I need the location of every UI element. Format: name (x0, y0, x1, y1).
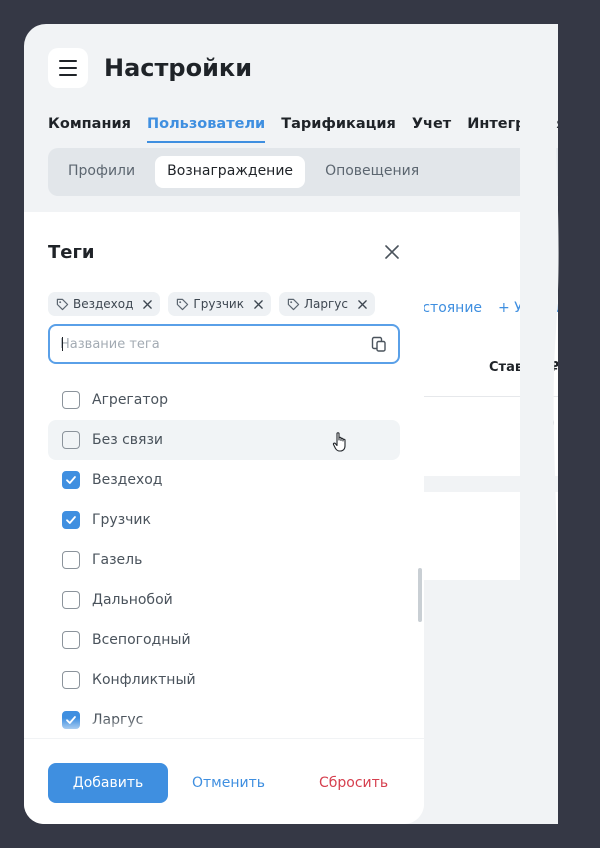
subtab-notifications[interactable]: Оповещения (313, 156, 431, 188)
text-caret (62, 337, 63, 351)
option-label: Грузчик (92, 512, 151, 528)
cancel-button[interactable]: Отменить (192, 775, 265, 791)
tag-chip: Вездеход (48, 292, 161, 316)
checkbox[interactable] (62, 431, 80, 449)
selected-tags: Вездеход Грузчик Ларгус (48, 292, 375, 316)
list-item[interactable]: Конфликтный (48, 660, 400, 700)
checkbox-checked[interactable] (62, 511, 80, 529)
tab-accounting[interactable]: Учет (412, 116, 451, 143)
tags-modal: Теги Вездеход Грузчик Ларгус Агрегат (24, 212, 424, 824)
tag-icon (177, 298, 189, 310)
remove-chip-icon[interactable] (143, 299, 153, 309)
list-scrollbar[interactable] (418, 568, 422, 622)
list-item[interactable]: Агрегатор (48, 380, 400, 420)
modal-title: Теги (48, 242, 95, 263)
torn-edge-decoration (520, 24, 559, 824)
hand-cursor-icon (332, 432, 346, 452)
remove-chip-icon[interactable] (254, 299, 263, 309)
tag-chip: Ларгус (278, 292, 375, 316)
option-label: Всепогодный (92, 632, 191, 648)
subtab-rewards[interactable]: Вознаграждение (155, 156, 306, 188)
list-item[interactable]: Газель (48, 540, 400, 580)
option-label: Агрегатор (92, 392, 168, 408)
list-item[interactable]: Дальнобой (48, 580, 400, 620)
reset-button[interactable]: Сбросить (319, 775, 388, 791)
close-icon[interactable] (380, 240, 404, 264)
sub-tabs: Профили Вознаграждение Оповещения (48, 148, 558, 196)
list-fade (24, 718, 424, 738)
checkbox[interactable] (62, 391, 80, 409)
chip-label: Вездеход (73, 297, 134, 311)
option-label: Без связи (92, 432, 164, 448)
checkbox[interactable] (62, 671, 80, 689)
modal-footer: Добавить Отменить Сбросить (24, 738, 424, 824)
option-label: Дальнобой (92, 592, 173, 608)
option-label: Вездеход (92, 472, 163, 488)
checkbox-checked[interactable] (62, 471, 80, 489)
option-label: Газель (92, 552, 143, 568)
chip-label: Ларгус (303, 297, 348, 311)
list-item[interactable]: Всепогодный (48, 620, 400, 660)
checkbox[interactable] (62, 551, 80, 569)
tag-icon (56, 298, 69, 310)
add-button[interactable]: Добавить (48, 763, 168, 803)
tab-company[interactable]: Компания (48, 116, 131, 143)
subtab-profiles[interactable]: Профили (56, 156, 147, 188)
checkbox[interactable] (62, 631, 80, 649)
check-icon (66, 516, 76, 524)
tab-users[interactable]: Пользователи (146, 116, 266, 143)
option-label: Конфликтный (92, 672, 196, 688)
page-title: Настройки (104, 54, 253, 82)
list-item[interactable]: Вездеход (48, 460, 400, 500)
remove-chip-icon[interactable] (358, 299, 367, 309)
tag-icon (287, 298, 300, 310)
tag-chip: Грузчик (168, 292, 271, 316)
tab-tariffs[interactable]: Тарификация (281, 116, 396, 143)
checkbox[interactable] (62, 591, 80, 609)
tag-name-input[interactable] (60, 336, 370, 352)
chip-label: Грузчик (193, 297, 244, 311)
hamburger-menu-icon[interactable] (48, 48, 88, 88)
tag-search-field[interactable] (48, 324, 400, 364)
paste-icon[interactable] (370, 335, 388, 353)
check-icon (66, 476, 76, 484)
list-item[interactable]: Грузчик (48, 500, 400, 540)
main-tabs: Компания Пользователи Тарификация Учет И… (48, 116, 558, 143)
